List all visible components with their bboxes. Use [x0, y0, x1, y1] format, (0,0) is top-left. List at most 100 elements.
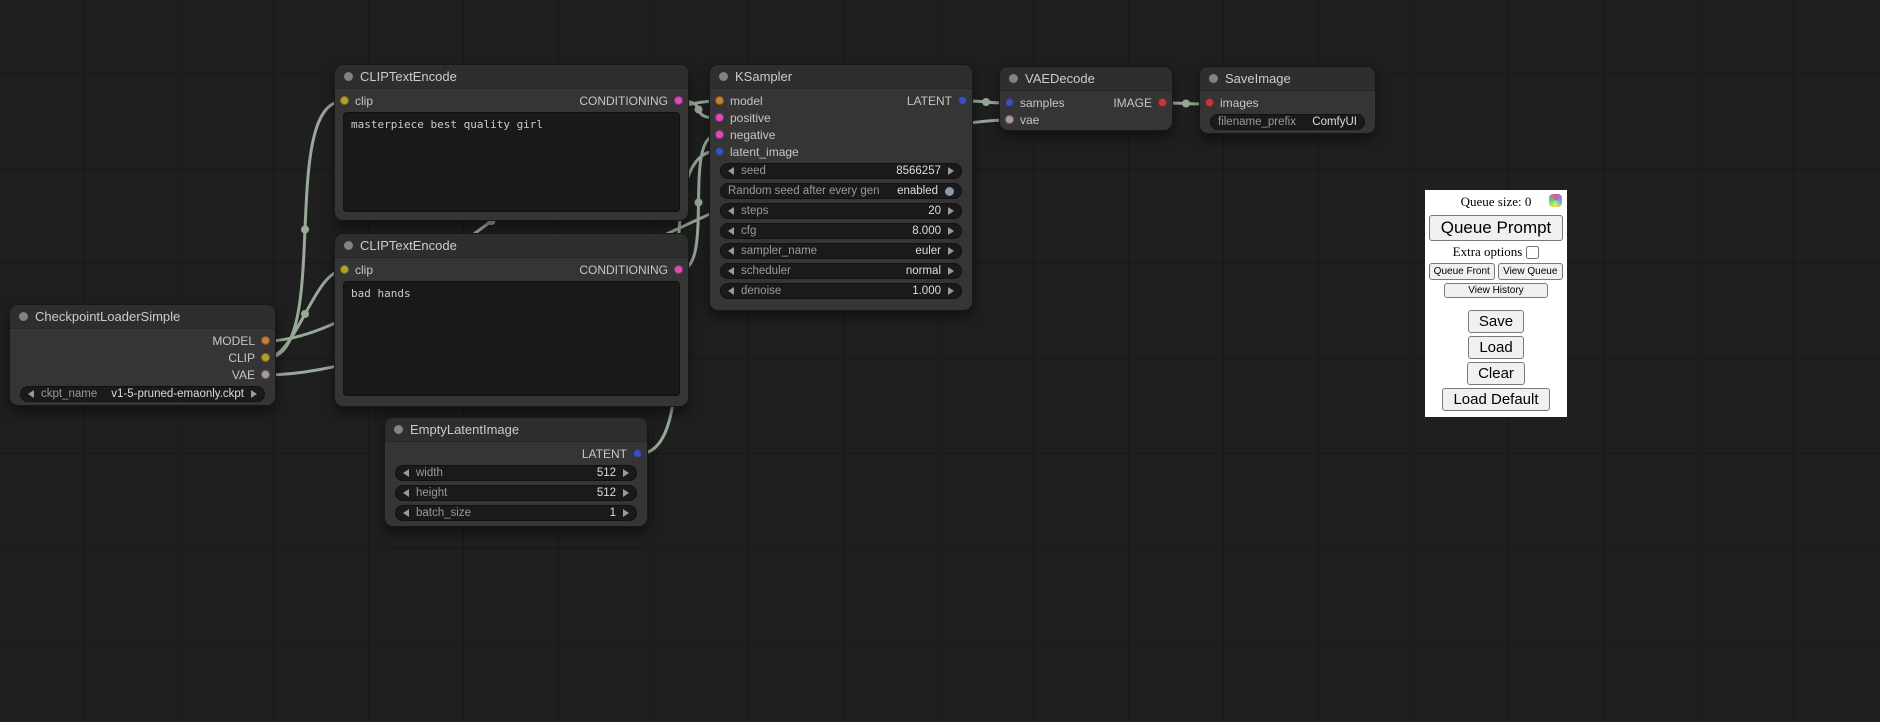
node-title-bar[interactable]: EmptyLatentImage	[385, 418, 647, 442]
node-title-bar[interactable]: VAEDecode	[1000, 67, 1172, 91]
output-label-conditioning: CONDITIONING	[579, 263, 668, 277]
increment-arrow-icon[interactable]	[623, 509, 629, 517]
widget-ckpt-name[interactable]: ckpt_name v1-5-pruned-emaonly.ckpt	[20, 386, 265, 402]
prev-arrow-icon[interactable]	[728, 267, 734, 275]
node-graph-canvas[interactable]: CheckpointLoaderSimple MODEL CLIP VAE	[0, 0, 1880, 722]
node-title-bar[interactable]: CLIPTextEncode	[335, 65, 688, 89]
widget-steps[interactable]: steps 20	[720, 203, 962, 219]
output-slot-conditioning[interactable]	[674, 265, 683, 274]
node-title: CLIPTextEncode	[360, 69, 457, 84]
next-arrow-icon[interactable]	[251, 390, 257, 398]
output-label-vae: VAE	[232, 368, 255, 382]
extra-options-checkbox[interactable]	[1526, 246, 1539, 259]
widget-random-seed-toggle[interactable]: Random seed after every gen enabled	[720, 183, 962, 199]
widget-height[interactable]: height 512	[395, 485, 637, 501]
widget-denoise[interactable]: denoise 1.000	[720, 283, 962, 299]
decrement-arrow-icon[interactable]	[403, 509, 409, 517]
output-slot-model[interactable]	[261, 336, 270, 345]
prompt-textarea[interactable]: bad hands	[343, 281, 680, 396]
view-queue-button[interactable]: View Queue	[1498, 263, 1564, 280]
decrement-arrow-icon[interactable]	[728, 167, 734, 175]
collapse-dot-icon[interactable]	[394, 425, 403, 434]
widget-seed[interactable]: seed 8566257	[720, 163, 962, 179]
decrement-arrow-icon[interactable]	[403, 489, 409, 497]
collapse-dot-icon[interactable]	[344, 72, 353, 81]
slot-row: clip CONDITIONING	[335, 92, 688, 109]
next-arrow-icon[interactable]	[948, 267, 954, 275]
input-slot-images[interactable]	[1205, 98, 1214, 107]
node-title: EmptyLatentImage	[410, 422, 519, 437]
widget-value: 512	[597, 487, 616, 499]
node-title-bar[interactable]: SaveImage	[1200, 67, 1375, 91]
node-checkpoint-loader-simple[interactable]: CheckpointLoaderSimple MODEL CLIP VAE	[10, 305, 275, 405]
node-vae-decode[interactable]: VAEDecode samples IMAGE vae	[1000, 67, 1172, 130]
queue-front-button[interactable]: Queue Front	[1429, 263, 1495, 280]
input-slot-positive[interactable]	[715, 113, 724, 122]
collapse-dot-icon[interactable]	[344, 241, 353, 250]
input-label-positive: positive	[730, 111, 771, 125]
node-title-bar[interactable]: CLIPTextEncode	[335, 234, 688, 258]
input-slot-clip[interactable]	[340, 96, 349, 105]
view-history-button[interactable]: View History	[1444, 283, 1548, 298]
widget-value: 512	[597, 467, 616, 479]
prev-arrow-icon[interactable]	[728, 247, 734, 255]
node-ksampler[interactable]: KSampler model LATENT positive	[710, 65, 972, 310]
widget-scheduler[interactable]: scheduler normal	[720, 263, 962, 279]
widget-cfg[interactable]: cfg 8.000	[720, 223, 962, 239]
input-slot-model[interactable]	[715, 96, 724, 105]
widget-sampler-name[interactable]: sampler_name euler	[720, 243, 962, 259]
output-slot-vae[interactable]	[261, 370, 270, 379]
output-slot-conditioning[interactable]	[674, 96, 683, 105]
save-button[interactable]: Save	[1468, 310, 1524, 333]
collapse-dot-icon[interactable]	[19, 312, 28, 321]
slot-row: VAE	[10, 366, 275, 383]
widget-width[interactable]: width 512	[395, 465, 637, 481]
next-arrow-icon[interactable]	[948, 247, 954, 255]
collapse-dot-icon[interactable]	[1209, 74, 1218, 83]
slot-row: clip CONDITIONING	[335, 261, 688, 278]
settings-gear-icon[interactable]	[1549, 194, 1562, 207]
increment-arrow-icon[interactable]	[948, 227, 954, 235]
output-slot-latent[interactable]	[958, 96, 967, 105]
output-slot-image[interactable]	[1158, 98, 1167, 107]
widget-batch-size[interactable]: batch_size 1	[395, 505, 637, 521]
load-default-button[interactable]: Load Default	[1442, 388, 1549, 411]
clear-button[interactable]: Clear	[1467, 362, 1525, 385]
node-title: VAEDecode	[1025, 71, 1095, 86]
decrement-arrow-icon[interactable]	[728, 227, 734, 235]
input-slot-latent-image[interactable]	[715, 147, 724, 156]
increment-arrow-icon[interactable]	[948, 207, 954, 215]
node-empty-latent-image[interactable]: EmptyLatentImage LATENT width 512 height…	[385, 418, 647, 526]
output-slot-clip[interactable]	[261, 353, 270, 362]
queue-prompt-button[interactable]: Queue Prompt	[1429, 215, 1563, 241]
node-clip-text-encode-negative[interactable]: CLIPTextEncode clip CONDITIONING bad han…	[335, 234, 688, 406]
decrement-arrow-icon[interactable]	[403, 469, 409, 477]
widget-value: 20	[928, 205, 941, 217]
input-slot-vae[interactable]	[1005, 115, 1014, 124]
prompt-textarea[interactable]: masterpiece best quality girl	[343, 112, 680, 212]
slot-row: CLIP	[10, 349, 275, 366]
decrement-arrow-icon[interactable]	[728, 207, 734, 215]
node-save-image[interactable]: SaveImage images filename_prefix ComfyUI	[1200, 67, 1375, 133]
load-button[interactable]: Load	[1468, 336, 1523, 359]
slot-row: negative	[710, 126, 972, 143]
increment-arrow-icon[interactable]	[948, 287, 954, 295]
output-slot-latent[interactable]	[633, 449, 642, 458]
prev-arrow-icon[interactable]	[28, 390, 34, 398]
decrement-arrow-icon[interactable]	[728, 287, 734, 295]
increment-arrow-icon[interactable]	[623, 489, 629, 497]
collapse-dot-icon[interactable]	[719, 72, 728, 81]
input-slot-clip[interactable]	[340, 265, 349, 274]
collapse-dot-icon[interactable]	[1009, 74, 1018, 83]
widget-filename-prefix[interactable]: filename_prefix ComfyUI	[1210, 114, 1365, 130]
widget-label: sampler_name	[741, 245, 817, 257]
node-title-bar[interactable]: KSampler	[710, 65, 972, 89]
increment-arrow-icon[interactable]	[948, 167, 954, 175]
input-slot-samples[interactable]	[1005, 98, 1014, 107]
increment-arrow-icon[interactable]	[623, 469, 629, 477]
toggle-on-icon[interactable]	[945, 187, 954, 196]
widget-label: scheduler	[741, 265, 791, 277]
input-slot-negative[interactable]	[715, 130, 724, 139]
node-title-bar[interactable]: CheckpointLoaderSimple	[10, 305, 275, 329]
node-clip-text-encode-positive[interactable]: CLIPTextEncode clip CONDITIONING masterp…	[335, 65, 688, 220]
